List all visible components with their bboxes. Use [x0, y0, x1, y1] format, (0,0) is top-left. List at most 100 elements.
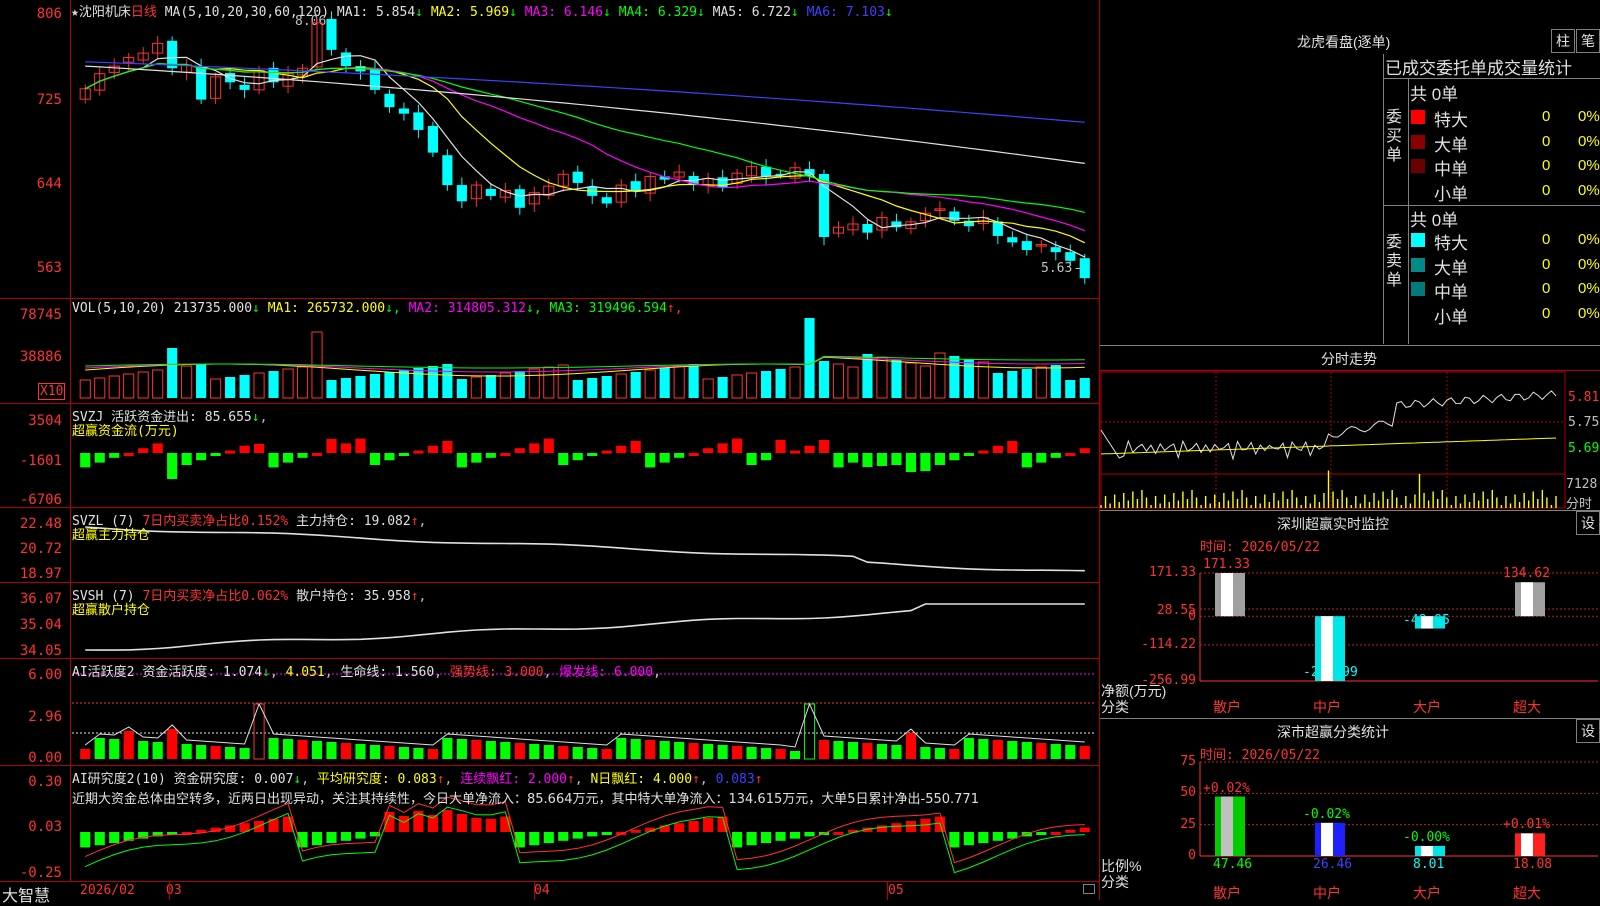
research-bar [789, 832, 801, 839]
candlestick-chart[interactable] [0, 0, 1099, 298]
volume-bar [761, 371, 772, 398]
volume-bar [876, 356, 888, 399]
activity-bar [471, 740, 482, 759]
fund-flow-bar [833, 453, 844, 468]
volume-bar [137, 371, 149, 399]
research-bar [645, 827, 656, 832]
fund-flow-bar [601, 450, 612, 454]
volume-bar [746, 372, 758, 399]
research-bar [225, 825, 236, 832]
fund-flow-bar [268, 453, 279, 468]
research-bar [239, 823, 250, 832]
sz-class-settings-button[interactable]: 设 [1576, 719, 1600, 743]
research-bar [905, 821, 916, 832]
activity-bar [1050, 744, 1061, 759]
volume-bar [152, 369, 164, 399]
sell-side-label: 委卖单 [1386, 234, 1403, 289]
volume-bar [1065, 380, 1076, 398]
bar-value-label: -0.02% [1303, 806, 1350, 822]
intraday-tick: 5.81 [1568, 390, 1600, 405]
longhu-title: 龙虎看盘(逐单) [1297, 34, 1391, 50]
fund-flow-bar [905, 453, 916, 472]
volume-bar [355, 376, 366, 398]
main-force-line [85, 526, 1085, 572]
activity-bar [789, 751, 801, 759]
candle-body [326, 18, 337, 50]
category-bar [1415, 845, 1445, 856]
activity-bar [543, 745, 554, 759]
fund-flow-bar [616, 445, 627, 453]
candle-body [862, 224, 873, 233]
research-bar [94, 832, 105, 846]
category-bar-highlight [1321, 822, 1333, 856]
vol-ma-value: 265732.000 [306, 301, 386, 316]
intraday-vol-tick: 7128 [1566, 477, 1598, 492]
volume-bar [1079, 378, 1090, 398]
fund-flow-bar [761, 453, 772, 461]
candle-body [340, 52, 352, 67]
svzl-hold-label: 主力持仓: [296, 514, 356, 529]
activity-bar [1065, 745, 1076, 759]
volume-bar [919, 365, 931, 399]
research-bar [471, 818, 482, 832]
research-bar [355, 832, 366, 839]
research-bar [934, 816, 945, 832]
svzl-tick: 22.48 [19, 516, 62, 532]
svzl-hold-value: 19.082 [363, 514, 411, 529]
fund-flow-bar [471, 453, 482, 463]
lock-icon[interactable] [1083, 884, 1095, 894]
research-bar [630, 829, 641, 833]
activity-bar [905, 733, 916, 759]
date-tick: 05 [888, 883, 904, 898]
bar-axis-tick: -114.22 [1141, 637, 1196, 652]
volume-bar [181, 365, 193, 399]
volume-bar [717, 377, 728, 398]
intraday-price-line [1100, 390, 1557, 461]
fund-flow-bar [775, 440, 786, 453]
activity-bar [616, 738, 627, 759]
fund-flow-bar [963, 453, 974, 456]
svsh-tick: 35.04 [19, 617, 62, 633]
research-bar [601, 832, 612, 835]
volume-bar [340, 378, 352, 398]
category-bar [1215, 573, 1245, 617]
volume-bar [977, 361, 989, 399]
volume-bar [818, 361, 830, 398]
category-bar [1515, 582, 1545, 617]
research-bar [1007, 832, 1018, 839]
fund-flow-bar [94, 453, 105, 463]
vol-params: VOL(5,10,20) [72, 301, 166, 316]
activity-bar [181, 744, 192, 759]
volume-bar [384, 372, 395, 398]
ai-research-tick: 0.03 [28, 819, 62, 835]
fund-flow-bar [138, 448, 149, 453]
fund-flow-bar [645, 453, 656, 468]
svsh-tick: 36.07 [19, 591, 62, 607]
fund-flow-bar [1065, 453, 1076, 456]
activity-bar [500, 742, 511, 759]
research-bar [1079, 827, 1090, 832]
research-bar [282, 816, 294, 832]
category-bar-highlight [1521, 582, 1533, 617]
sz-monitor-settings-button[interactable]: 设 [1576, 511, 1600, 535]
research-bar [775, 832, 786, 841]
research-bar [1050, 832, 1061, 835]
trade-mode-button[interactable]: 笔 [1576, 29, 1600, 53]
volume-bar [832, 363, 845, 399]
research-bar [181, 832, 192, 835]
fund-flow-bar [80, 453, 91, 468]
fund-flow-bar [326, 439, 337, 453]
volume-bar [862, 354, 873, 398]
research-bar [688, 821, 699, 832]
bar-mode-button[interactable]: 柱 [1551, 29, 1575, 53]
fund-flow-bar [1007, 441, 1018, 453]
fund-flow-bar [1050, 453, 1061, 458]
candle-body [384, 93, 395, 108]
sell-total: 共 0单 [1410, 211, 1459, 230]
buy-side-label: 委买单 [1386, 109, 1403, 164]
ai-research-name: AI研究度2(10) [72, 772, 166, 787]
bar-bottom-value: 18.08 [1513, 857, 1553, 872]
ai-active-tick: 0.00 [28, 750, 62, 766]
date-tick: 04 [534, 883, 550, 898]
research-line-2 [84, 806, 1085, 874]
